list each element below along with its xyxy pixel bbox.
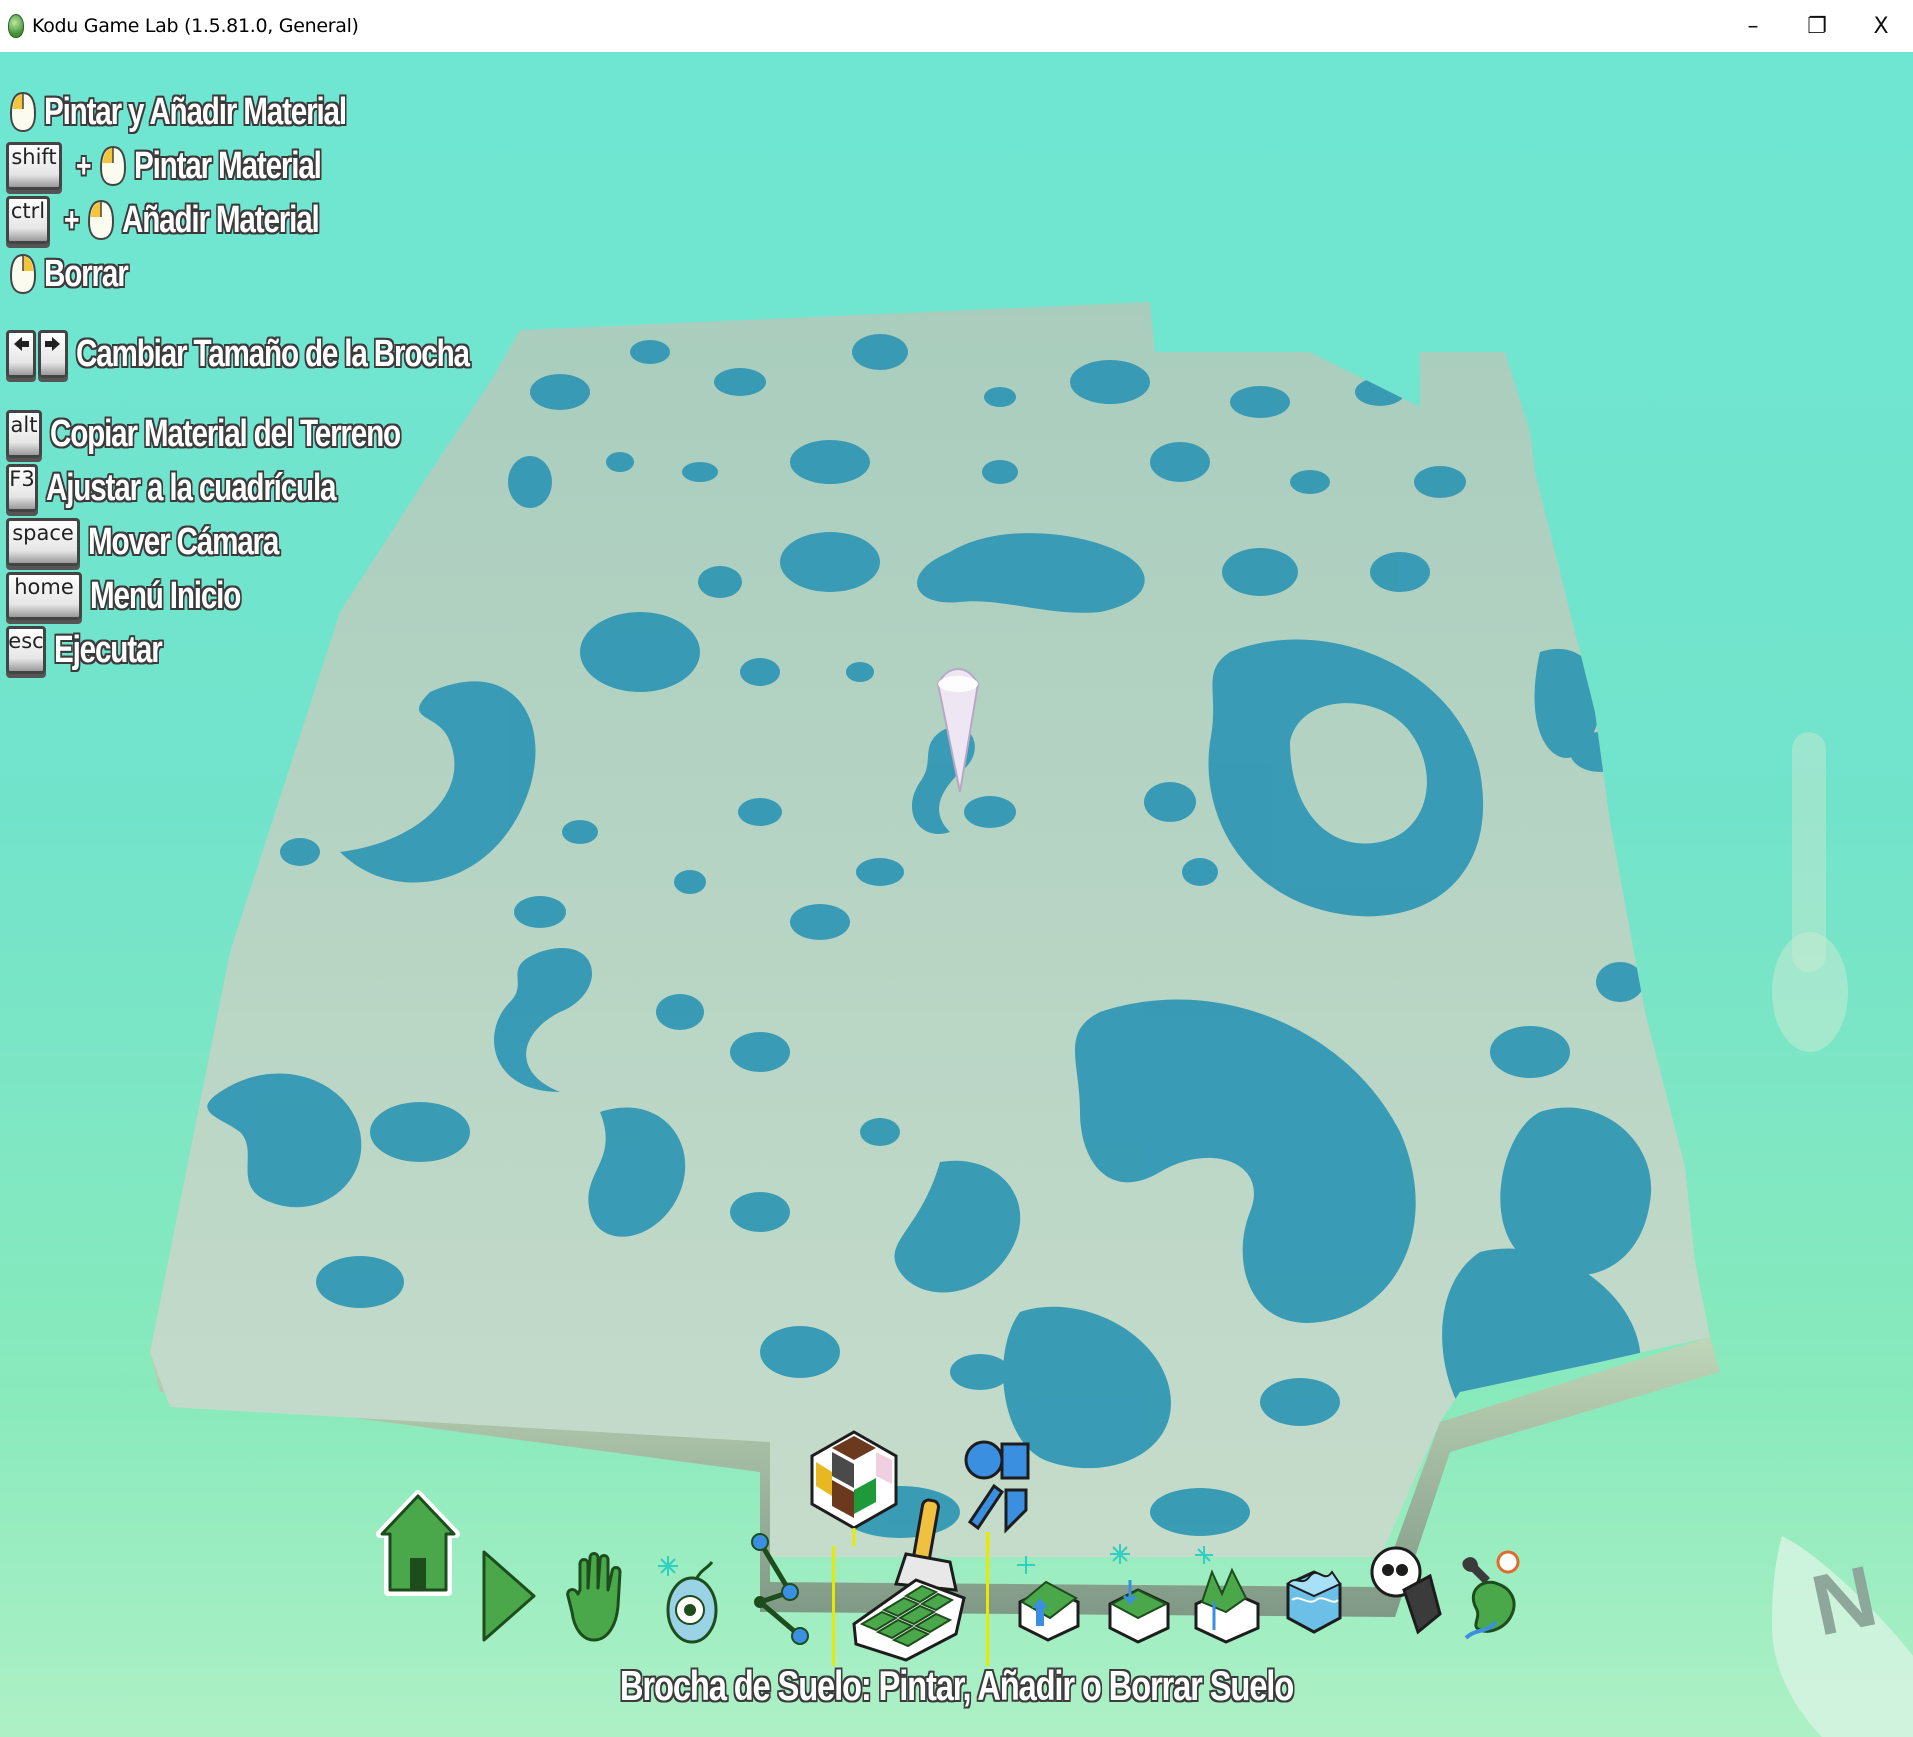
- alt-key: alt: [6, 410, 42, 458]
- selection-line-left: [832, 1546, 835, 1666]
- f3-key: F3: [6, 464, 38, 512]
- world-settings-icon[interactable]: [1456, 1548, 1526, 1648]
- title-bar: Kodu Game Lab (1.5.81.0, General) – ❐ X: [0, 0, 1913, 52]
- game-viewport[interactable]: Pintar y Añadir Material shift + Pintar …: [0, 52, 1913, 1737]
- help-row-paint-add: Pintar y Añadir Material: [6, 82, 431, 142]
- play-icon[interactable]: [478, 1548, 538, 1644]
- window-controls: – ❐ X: [1721, 0, 1913, 52]
- selected-tool-label: Brocha de Suelo: Pintar, Añadir o Borrar…: [0, 1662, 1913, 1710]
- help-move-camera-label: Mover Cámara: [88, 520, 279, 563]
- help-erase-label: Borrar: [44, 252, 129, 295]
- raise-lower-terrain-icon[interactable]: [1016, 1552, 1082, 1642]
- add-object-icon[interactable]: [656, 1548, 720, 1648]
- delete-object-icon[interactable]: [1368, 1542, 1442, 1642]
- help-paint-label: Pintar Material: [134, 144, 322, 187]
- window-title: Kodu Game Lab (1.5.81.0, General): [32, 15, 359, 37]
- roughen-terrain-icon[interactable]: [1192, 1542, 1264, 1644]
- esc-key: esc: [6, 626, 46, 674]
- mouse-left-icon: [10, 92, 36, 132]
- help-home-menu-label: Menú Inicio: [90, 574, 241, 617]
- flatten-terrain-icon[interactable]: [1106, 1540, 1172, 1644]
- mouse-right-icon: [10, 254, 36, 294]
- home-menu-icon[interactable]: [376, 1488, 460, 1598]
- terrain-scene[interactable]: [0, 52, 1913, 1737]
- help-copy-material-label: Copiar Material del Terreno: [50, 412, 401, 455]
- help-brush-size-label: Cambiar Tamaño de la Brocha: [76, 332, 470, 375]
- help-row-add: ctrl + Añadir Material: [6, 190, 374, 250]
- arrow-left-icon: [14, 337, 29, 351]
- selected-tool-text: Brocha de Suelo: Pintar, Añadir o Borrar…: [619, 1662, 1294, 1709]
- hand-icon[interactable]: [566, 1550, 630, 1644]
- help-paint-add-label: Pintar y Añadir Material: [44, 90, 347, 133]
- mouse-left-icon: [88, 200, 115, 240]
- ground-brush-icon[interactable]: [846, 1494, 978, 1664]
- help-row-run: esc Ejecutar: [6, 620, 192, 680]
- selection-line-right: [986, 1532, 989, 1666]
- restore-button[interactable]: ❐: [1785, 0, 1849, 52]
- help-row-erase: Borrar: [6, 244, 151, 304]
- help-row-copy-material: alt Copiar Material del Terreno: [6, 404, 499, 464]
- path-icon[interactable]: [750, 1532, 812, 1646]
- mouse-left-icon: [100, 146, 127, 186]
- kodu-app-icon: [8, 14, 24, 38]
- help-row-brush-size: Cambiar Tamaño de la Brocha: [6, 324, 580, 384]
- ctrl-key: ctrl: [6, 196, 50, 244]
- help-add-label: Añadir Material: [122, 198, 320, 241]
- zoom-slider[interactable]: [1772, 732, 1848, 1052]
- shift-key: shift: [6, 142, 62, 190]
- help-row-snap-grid: F3 Ajustar a la cuadrícula: [6, 458, 417, 518]
- close-button[interactable]: X: [1849, 0, 1913, 52]
- arrow-right-icon: [45, 337, 60, 351]
- help-row-move-camera: space Mover Cámara: [6, 512, 332, 572]
- plus-sign: +: [76, 146, 92, 185]
- water-icon[interactable]: [1284, 1554, 1344, 1642]
- minimize-button[interactable]: –: [1721, 0, 1785, 52]
- help-snap-grid-label: Ajustar a la cuadrícula: [46, 466, 337, 509]
- arrow-right-key: [38, 330, 68, 378]
- compass-indicator: N: [1772, 1536, 1913, 1737]
- help-run-label: Ejecutar: [54, 628, 163, 671]
- plus-sign: +: [64, 200, 80, 239]
- home-key: home: [6, 572, 82, 620]
- help-row-home-menu: home Menú Inicio: [6, 566, 283, 626]
- arrow-left-key: [6, 330, 36, 378]
- space-key: space: [6, 518, 80, 566]
- help-row-paint: shift + Pintar Material: [6, 136, 374, 196]
